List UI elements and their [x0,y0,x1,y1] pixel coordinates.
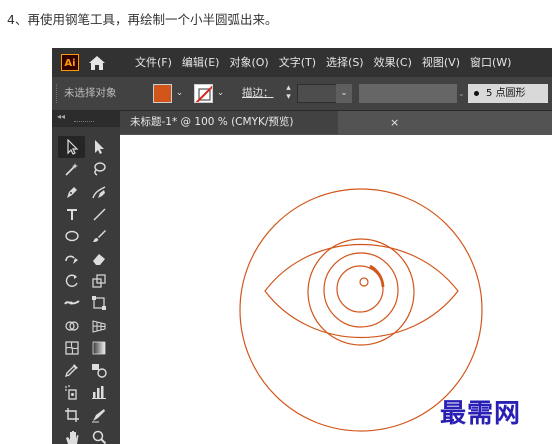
selection-status: 未选择对象 [64,87,117,99]
pen-tool-icon[interactable] [58,181,85,203]
rotate-tool-icon[interactable] [58,270,85,292]
tool-grid [58,136,112,444]
curvature-tool-icon[interactable] [85,181,112,203]
selection-tool-icon[interactable] [58,136,85,159]
pupil-ring [336,265,384,313]
slice-tool-icon[interactable] [85,404,112,426]
eyedropper-tool-icon[interactable] [58,359,85,381]
direct-selection-tool-icon[interactable] [85,136,112,158]
hand-tool-icon[interactable] [58,426,85,444]
line-segment-tool-icon[interactable] [85,203,112,225]
control-bar: 未选择对象 ⌄ ⌄ 描边： ▴ ▾ ⌄ ⌄ 5 点圆形 [52,77,552,111]
brush-dot-icon [474,90,479,96]
fill-dropdown-chevron-icon[interactable]: ⌄ [173,84,186,103]
menu-effect[interactable]: 效果(C) [369,48,417,77]
collapse-panel-icon[interactable]: ◂◂ [57,112,65,121]
menu-window[interactable]: 窗口(W) [465,48,516,77]
menu-edit[interactable]: 编辑(E) [177,48,225,77]
shaper-tool-icon[interactable] [58,247,85,269]
brush-label: 5 点圆形 [486,88,526,99]
fill-color-swatch[interactable] [153,84,172,103]
free-transform-tool-icon[interactable] [85,292,112,314]
home-icon[interactable] [88,54,106,72]
stroke-weight-stepper[interactable]: ▴ ▾ [282,84,295,103]
magic-wand-tool-icon[interactable] [58,158,85,180]
menu-select[interactable]: 选择(S) [321,48,369,77]
stroke-weight-dropdown-icon[interactable]: ⌄ [336,84,352,103]
mesh-tool-icon[interactable] [58,337,85,359]
menu-items: 文件(F) 编辑(E) 对象(O) 文字(T) 选择(S) 效果(C) 视图(V… [130,48,516,77]
shape-builder-tool-icon[interactable] [58,314,85,336]
gradient-tool-icon[interactable] [85,337,112,359]
type-tool-icon[interactable] [58,203,85,225]
menu-file[interactable]: 文件(F) [130,48,177,77]
highlight-dot [359,277,369,287]
variable-width-profile[interactable] [359,84,457,103]
lasso-tool-icon[interactable] [85,158,112,180]
stroke-dropdown-chevron-icon[interactable]: ⌄ [214,84,227,103]
brush-definition-select[interactable]: 5 点圆形 [468,84,548,103]
stroke-weight-label[interactable]: 描边： [242,77,274,110]
symbol-sprayer-tool-icon[interactable] [58,381,85,403]
iris-middle-ring [323,252,399,328]
width-tool-icon[interactable] [58,292,85,314]
column-graph-tool-icon[interactable] [85,381,112,403]
eye-outline [264,243,459,339]
site-watermark: 最需网 [440,399,522,429]
step-caption: 4、再使用钢笔工具，再绘制一个小半圆弧出来。 [7,12,278,27]
blend-tool-icon[interactable] [85,359,112,381]
tools-panel: ◂◂ [52,111,120,444]
menu-object[interactable]: 对象(O) [224,48,273,77]
eraser-tool-icon[interactable] [85,247,112,269]
paintbrush-tool-icon[interactable] [85,225,112,247]
tools-panel-header: ◂◂ [52,111,120,127]
menu-bar: Ai 文件(F) 编辑(E) 对象(O) 文字(T) 选择(S) 效果(C) 视… [52,48,552,77]
profile-dropdown-icon[interactable]: ⌄ [458,84,466,103]
document-tab[interactable]: 未标题-1* @ 100 % (CMYK/预览) × [120,111,399,134]
illustrator-window: Ai 文件(F) 编辑(E) 对象(O) 文字(T) 选择(S) 效果(C) 视… [52,48,552,444]
panel-grip[interactable] [56,84,60,103]
scale-tool-icon[interactable] [85,270,112,292]
menu-view[interactable]: 视图(V) [417,48,465,77]
ellipse-tool-icon[interactable] [58,225,85,247]
tools-panel-grip[interactable] [74,121,94,124]
perspective-grid-tool-icon[interactable] [85,314,112,336]
document-title: 未标题-1* @ 100 % (CMYK/预览) [130,116,294,128]
zoom-tool-icon[interactable] [85,426,112,444]
app-logo: Ai [61,54,79,71]
menu-type[interactable]: 文字(T) [274,48,321,77]
stroke-none-swatch[interactable] [194,84,213,103]
close-tab-icon[interactable]: × [390,111,399,134]
artboard-tool-icon[interactable] [58,404,85,426]
